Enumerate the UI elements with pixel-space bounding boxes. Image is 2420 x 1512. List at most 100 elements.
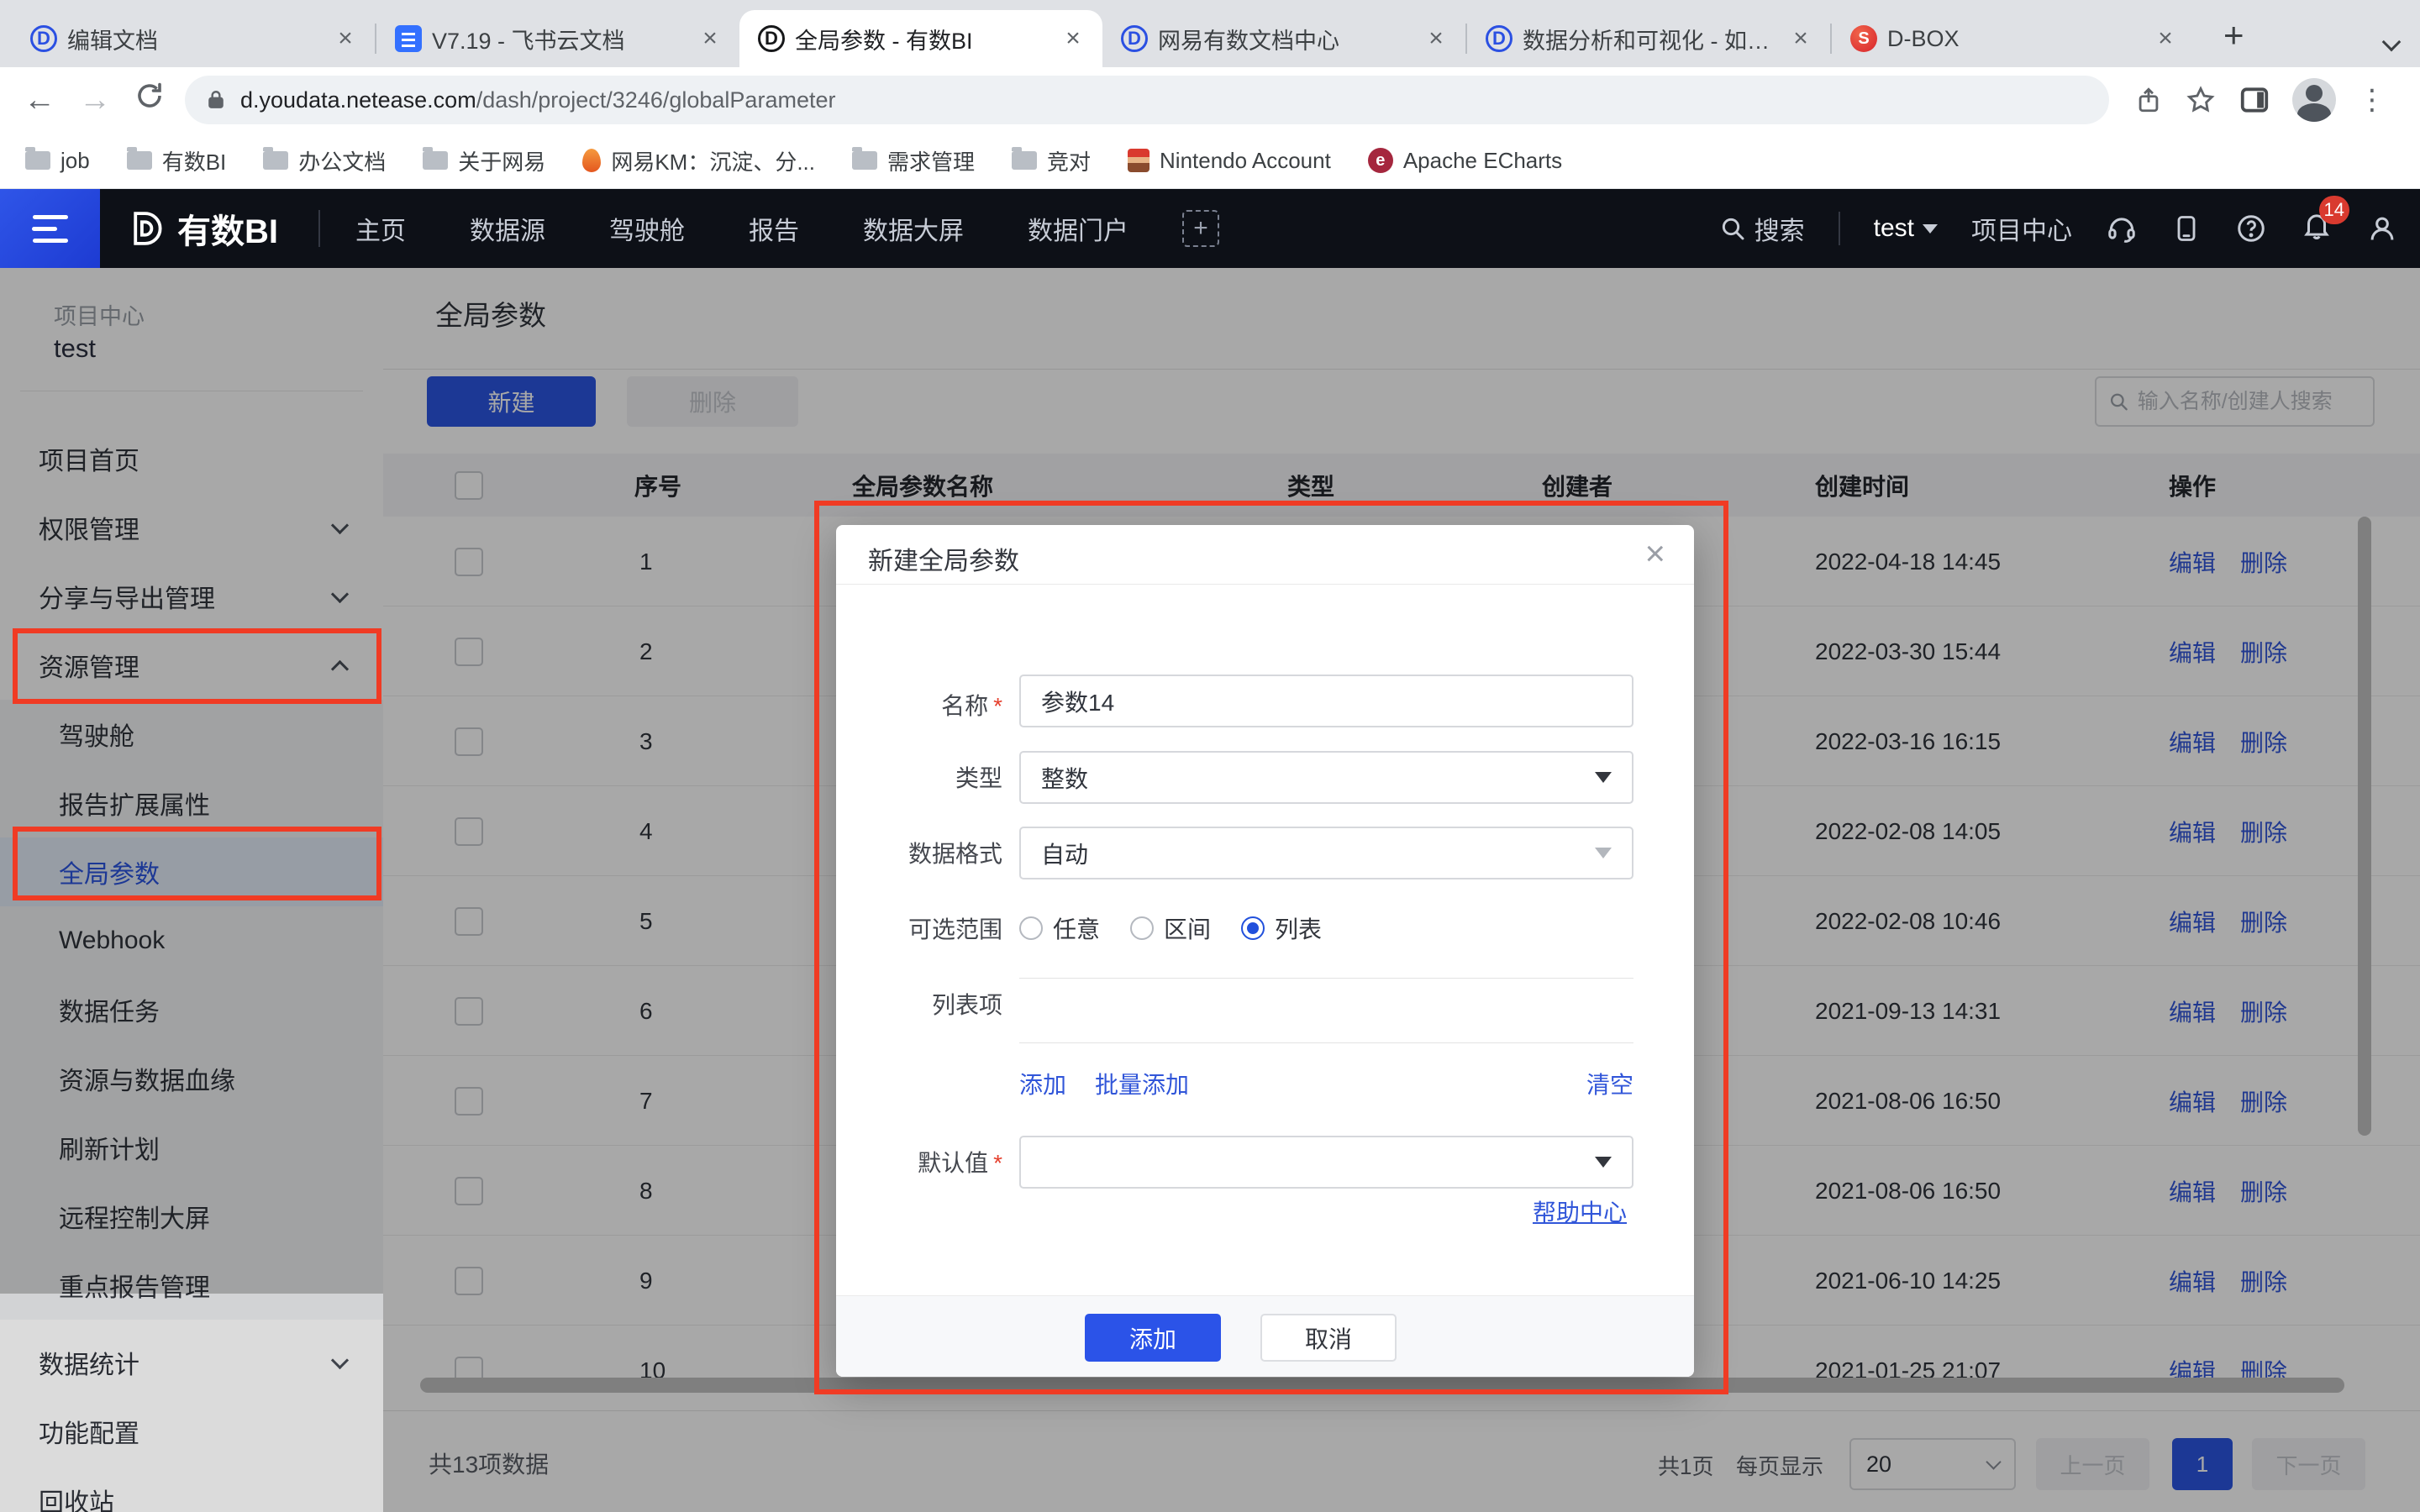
tab-title: 网易有数文档中心 bbox=[1158, 23, 1412, 55]
folder-icon bbox=[852, 151, 877, 170]
youdata-favicon-icon: D bbox=[30, 25, 57, 52]
new-tab-button[interactable]: + bbox=[2223, 15, 2244, 55]
tab-title: V7.19 - 飞书云文档 bbox=[432, 23, 686, 55]
bookmark-label: job bbox=[60, 148, 90, 174]
tab-close-icon[interactable]: × bbox=[696, 24, 724, 53]
profile-avatar[interactable] bbox=[2292, 78, 2336, 122]
reload-icon bbox=[134, 81, 165, 111]
mario-icon bbox=[1128, 149, 1150, 172]
nav-add-button[interactable]: + bbox=[1182, 210, 1219, 247]
tab-close-icon[interactable]: × bbox=[1786, 24, 1815, 53]
tab-close-icon[interactable]: × bbox=[1059, 24, 1087, 53]
nav-item-cockpit[interactable]: 驾驶舱 bbox=[609, 210, 685, 247]
bookmark-label: Apache ECharts bbox=[1403, 148, 1562, 174]
bookmarks-bar: job 有数BI 办公文档 关于网易 网易KM：沉淀、分... 需求管理 竞对 … bbox=[0, 133, 2420, 189]
notifications[interactable]: 14 bbox=[2301, 209, 2333, 248]
bookmark-netease-km[interactable]: 网易KM：沉淀、分... bbox=[582, 145, 815, 176]
bookmark-office-docs[interactable]: 办公文档 bbox=[263, 145, 386, 176]
bookmark-youdata[interactable]: 有数BI bbox=[127, 145, 227, 176]
screen: D 编辑文档 × V7.19 - 飞书云文档 × D 全局参数 - 有数BI ×… bbox=[0, 0, 2420, 1512]
bookmark-label: 需求管理 bbox=[887, 145, 975, 176]
lock-icon bbox=[205, 87, 227, 113]
tab-close-icon[interactable]: × bbox=[2151, 24, 2180, 53]
youdata-favicon-icon: D bbox=[758, 25, 785, 52]
tab-close-icon[interactable]: × bbox=[331, 24, 360, 53]
nav-item-datasource[interactable]: 数据源 bbox=[470, 210, 545, 247]
tab-global-parameter-active[interactable]: D 全局参数 - 有数BI × bbox=[739, 10, 1102, 67]
folder-icon bbox=[423, 151, 448, 170]
youdata-logo-icon bbox=[127, 209, 166, 248]
tab-edit-doc[interactable]: D 编辑文档 × bbox=[12, 10, 375, 67]
tab-title: 编辑文档 bbox=[67, 23, 321, 55]
mobile-device-icon[interactable] bbox=[2171, 213, 2202, 244]
url-domain: d.youdata.netease.com bbox=[240, 87, 476, 113]
chevron-down-icon bbox=[1923, 224, 1938, 234]
browser-tab-strip: D 编辑文档 × V7.19 - 飞书云文档 × D 全局参数 - 有数BI ×… bbox=[0, 0, 2420, 67]
bookmark-label: 办公文档 bbox=[298, 145, 386, 176]
bookmark-star-icon[interactable] bbox=[2185, 84, 2217, 116]
tab-close-icon[interactable]: × bbox=[1422, 24, 1450, 53]
user-icon[interactable] bbox=[2366, 213, 2398, 244]
folder-icon bbox=[263, 151, 288, 170]
tab-title: D-BOX bbox=[1887, 26, 2141, 52]
feishu-doc-favicon-icon bbox=[395, 25, 422, 52]
app-logo[interactable]: 有数BI bbox=[127, 204, 278, 253]
nav-item-bigscreen[interactable]: 数据大屏 bbox=[863, 210, 964, 247]
url-path: /dash/project/3246/globalParameter bbox=[476, 87, 836, 113]
folder-icon bbox=[1012, 151, 1037, 170]
nav-item-portal[interactable]: 数据门户 bbox=[1028, 210, 1128, 247]
tab-dbox[interactable]: S D-BOX × bbox=[1832, 10, 2195, 67]
bookmark-echarts[interactable]: e Apache ECharts bbox=[1368, 148, 1562, 174]
bookmark-about-netease[interactable]: 关于网易 bbox=[423, 145, 545, 176]
help-icon[interactable] bbox=[2235, 213, 2267, 244]
annotation-box-resource-mgmt bbox=[13, 628, 381, 704]
notification-badge: 14 bbox=[2319, 196, 2349, 224]
bookmark-label: 关于网易 bbox=[458, 145, 545, 176]
nav-item-home[interactable]: 主页 bbox=[355, 210, 406, 247]
tab-doc-center[interactable]: D 网易有数文档中心 × bbox=[1102, 10, 1465, 67]
youdata-favicon-icon: D bbox=[1121, 25, 1148, 52]
modal-backdrop-light[interactable] bbox=[0, 1294, 383, 1512]
browser-toolbar: ← → d.youdata.netease.com/dash/project/3… bbox=[0, 67, 2420, 133]
workspace-dropdown[interactable]: test bbox=[1874, 214, 1938, 243]
search-icon bbox=[1719, 215, 1746, 242]
nav-search-label: 搜索 bbox=[1754, 210, 1805, 247]
share-icon[interactable] bbox=[2134, 84, 2163, 116]
tab-search-chevron-icon[interactable] bbox=[2382, 33, 2402, 52]
annotation-box-modal bbox=[814, 501, 1728, 1394]
side-panel-icon[interactable] bbox=[2238, 84, 2270, 116]
tab-feishu[interactable]: V7.19 - 飞书云文档 × bbox=[376, 10, 739, 67]
bookmark-requirements[interactable]: 需求管理 bbox=[852, 145, 975, 176]
browser-menu-icon[interactable]: ⋮ bbox=[2358, 86, 2386, 114]
url-text: d.youdata.netease.com/dash/project/3246/… bbox=[240, 87, 835, 113]
tab-data-analysis[interactable]: D 数据分析和可视化 - 如何创建 × bbox=[1467, 10, 1830, 67]
annotation-box-global-parameter bbox=[13, 827, 381, 900]
flame-icon bbox=[582, 149, 601, 172]
tab-title: 全局参数 - 有数BI bbox=[795, 23, 1049, 55]
bookmark-competitors[interactable]: 竞对 bbox=[1012, 145, 1091, 176]
bookmark-label: 有数BI bbox=[162, 145, 227, 176]
bookmark-nintendo[interactable]: Nintendo Account bbox=[1128, 148, 1331, 174]
nav-divider bbox=[1839, 212, 1840, 245]
brand-name: 有数BI bbox=[177, 204, 278, 253]
workspace-name: test bbox=[1874, 214, 1914, 243]
nav-item-report[interactable]: 报告 bbox=[749, 210, 799, 247]
bookmark-label: 网易KM：沉淀、分... bbox=[611, 145, 815, 176]
echarts-icon: e bbox=[1368, 148, 1393, 173]
address-bar[interactable]: d.youdata.netease.com/dash/project/3246/… bbox=[185, 76, 2109, 124]
modal-backdrop[interactable] bbox=[0, 268, 383, 1294]
tab-title: 数据分析和可视化 - 如何创建 bbox=[1523, 23, 1776, 55]
back-button[interactable]: ← bbox=[24, 82, 55, 118]
sidebar-toggle-button[interactable] bbox=[0, 189, 100, 268]
nav-project-center[interactable]: 项目中心 bbox=[1971, 210, 2072, 247]
nav-divider bbox=[318, 210, 320, 247]
reload-button[interactable] bbox=[134, 81, 165, 119]
bookmark-label: Nintendo Account bbox=[1160, 148, 1331, 174]
headset-icon[interactable] bbox=[2106, 213, 2138, 244]
bookmark-label: 竞对 bbox=[1047, 145, 1091, 176]
app-nav: 有数BI 主页 数据源 驾驶舱 报告 数据大屏 数据门户 + 搜索 test 项… bbox=[0, 189, 2420, 268]
folder-icon bbox=[127, 151, 152, 170]
nav-search[interactable]: 搜索 bbox=[1719, 210, 1805, 247]
forward-button[interactable]: → bbox=[79, 82, 111, 118]
bookmark-job[interactable]: job bbox=[25, 148, 90, 174]
